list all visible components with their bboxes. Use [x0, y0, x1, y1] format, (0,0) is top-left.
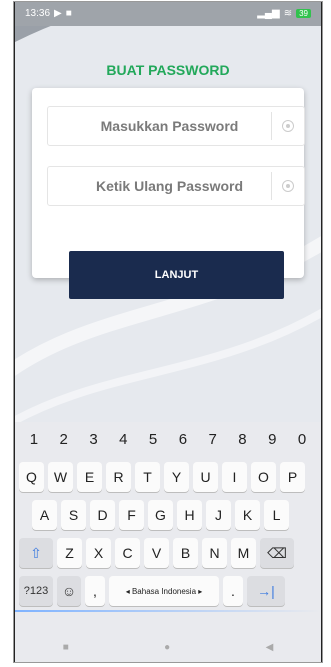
- letter-key-a[interactable]: A: [32, 500, 57, 530]
- letter-key-o[interactable]: O: [251, 462, 276, 492]
- letter-key-x[interactable]: X: [86, 538, 111, 568]
- play-icon: ▶: [54, 7, 62, 19]
- enter-key[interactable]: →|: [247, 576, 285, 606]
- backspace-key[interactable]: ⌫: [260, 538, 294, 568]
- letter-key-s[interactable]: S: [61, 500, 86, 530]
- continue-button[interactable]: LANJUT: [69, 251, 284, 299]
- letter-key-i[interactable]: I: [222, 462, 247, 492]
- letter-key-v[interactable]: V: [144, 538, 169, 568]
- soft-keyboard: 1 2 3 4 5 6 7 8 9 0 QWERTYUIOP ASDFGHJKL ⇧ ZXCVBN…: [15, 422, 321, 662]
- letter-key-d[interactable]: D: [90, 500, 115, 530]
- space-key[interactable]: ◂ Bahasa Indonesia ▸: [109, 576, 219, 606]
- keyboard-row-2: ASDFGHJKL: [32, 500, 289, 530]
- emoji-key[interactable]: ☺: [57, 576, 81, 606]
- comma-key[interactable]: ,: [85, 576, 105, 606]
- keyboard-accent: [15, 610, 321, 612]
- letter-key-q[interactable]: Q: [19, 462, 44, 492]
- video-icon: ■: [65, 7, 72, 19]
- status-time: 13:36: [25, 7, 51, 19]
- signal-icon: ▂▄▆: [257, 7, 280, 19]
- number-key-5[interactable]: 5: [149, 431, 157, 448]
- show-password-icon[interactable]: [272, 120, 304, 132]
- keyboard-row-1: QWERTYUIOP: [19, 462, 305, 492]
- letter-key-p[interactable]: P: [280, 462, 305, 492]
- number-key-0[interactable]: 0: [298, 431, 306, 448]
- show-confirm-password-icon[interactable]: [272, 180, 304, 192]
- back-icon[interactable]: ◀: [266, 642, 274, 653]
- confirm-placeholder: Ketik Ulang Password: [95, 178, 244, 194]
- keyboard-row-4: ?123 ☺ , ◂ Bahasa Indonesia ▸ . →|: [19, 576, 285, 606]
- letter-key-j[interactable]: J: [206, 500, 231, 530]
- letter-key-k[interactable]: K: [235, 500, 260, 530]
- letter-key-w[interactable]: W: [48, 462, 73, 492]
- number-key-8[interactable]: 8: [238, 431, 246, 448]
- letter-key-y[interactable]: Y: [164, 462, 189, 492]
- letter-key-h[interactable]: H: [177, 500, 202, 530]
- letter-key-m[interactable]: M: [231, 538, 256, 568]
- number-key-3[interactable]: 3: [89, 431, 97, 448]
- letter-key-t[interactable]: T: [135, 462, 160, 492]
- letter-key-r[interactable]: R: [106, 462, 131, 492]
- number-key-7[interactable]: 7: [209, 431, 217, 448]
- number-key-4[interactable]: 4: [119, 431, 127, 448]
- phone-frame: 13:36 ▶ ■ ▂▄▆ ≋ 39 BUAT PASSWORD Masukka…: [14, 2, 322, 662]
- keyboard-row-3: ⇧ ZXCVBNM ⌫: [19, 538, 294, 568]
- status-bar: 13:36 ▶ ■ ▂▄▆ ≋ 39: [15, 2, 321, 24]
- page-title: BUAT PASSWORD: [106, 62, 230, 78]
- period-key[interactable]: .: [223, 576, 243, 606]
- recent-apps-icon[interactable]: ■: [63, 642, 69, 653]
- letter-key-f[interactable]: F: [119, 500, 144, 530]
- letter-key-e[interactable]: E: [77, 462, 102, 492]
- emoji-icon: ☺: [61, 583, 77, 599]
- letter-key-u[interactable]: U: [193, 462, 218, 492]
- backspace-icon: ⌫: [267, 544, 287, 561]
- letter-key-c[interactable]: C: [115, 538, 140, 568]
- number-row: 1 2 3 4 5 6 7 8 9 0: [15, 422, 321, 456]
- letter-key-z[interactable]: Z: [57, 538, 82, 568]
- letter-key-l[interactable]: L: [264, 500, 289, 530]
- letter-key-b[interactable]: B: [173, 538, 198, 568]
- number-key-9[interactable]: 9: [268, 431, 276, 448]
- home-icon[interactable]: ●: [164, 642, 170, 653]
- number-key-6[interactable]: 6: [179, 431, 187, 448]
- shift-key[interactable]: ⇧: [19, 538, 53, 568]
- number-key-1[interactable]: 1: [30, 431, 38, 448]
- wifi-icon: ≋: [283, 7, 293, 19]
- number-key-2[interactable]: 2: [60, 431, 68, 448]
- next-arrow-icon: →|: [257, 583, 275, 599]
- password-field[interactable]: Masukkan Password: [47, 106, 305, 146]
- battery-badge: 39: [296, 8, 311, 18]
- confirm-password-field[interactable]: Ketik Ulang Password: [47, 166, 305, 206]
- letter-key-g[interactable]: G: [148, 500, 173, 530]
- password-card: Masukkan Password Ketik Ulang Password: [32, 88, 305, 278]
- shift-icon: ⇧: [30, 544, 42, 561]
- nav-bar: ■ ● ◀: [15, 632, 321, 662]
- symbols-key[interactable]: ?123: [19, 576, 53, 606]
- letter-key-n[interactable]: N: [202, 538, 227, 568]
- password-placeholder: Masukkan Password: [100, 118, 239, 134]
